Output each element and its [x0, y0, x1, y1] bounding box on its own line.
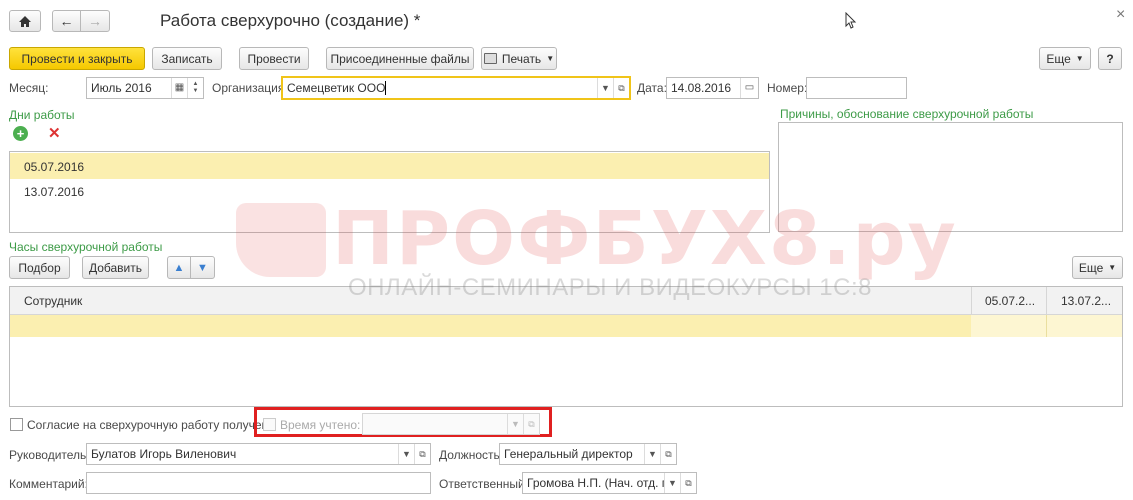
number-field[interactable]: [806, 77, 907, 99]
print-label: Печать: [501, 51, 542, 66]
arrow-up-icon: ▲: [173, 261, 185, 274]
column-header-employee[interactable]: Сотрудник: [24, 294, 82, 308]
work-days-title: Дни работы: [9, 108, 75, 122]
table-row[interactable]: 05.07.2016: [10, 153, 769, 179]
home-button[interactable]: [9, 10, 41, 32]
back-button[interactable]: ←: [52, 10, 81, 32]
dropdown-arrow-icon: ▼: [1108, 263, 1117, 272]
responsible-field[interactable]: Громова Н.П. (Нач. отд. по ▼ ⧉: [522, 472, 697, 494]
table-row[interactable]: [10, 315, 1122, 337]
open-icon[interactable]: ⧉: [660, 444, 676, 464]
window-title: Работа сверхурочно (создание) *: [160, 11, 421, 30]
date-value: 14.08.2016: [671, 81, 732, 95]
date-field[interactable]: 14.08.2016 ▭: [666, 77, 759, 99]
post-button[interactable]: Провести: [239, 47, 309, 70]
close-icon[interactable]: ×: [1116, 6, 1125, 24]
cursor-icon: [845, 11, 857, 32]
overtime-table[interactable]: Сотрудник 05.07.2... 13.07.2...: [9, 286, 1123, 407]
dropdown-arrow-icon[interactable]: ▼: [398, 444, 414, 464]
work-day-cell: 13.07.2016: [24, 185, 85, 199]
move-down-button[interactable]: ▼: [190, 256, 215, 279]
dropdown-arrow-icon[interactable]: ▼: [664, 473, 680, 493]
more-button-table[interactable]: Еще ▼: [1072, 256, 1123, 279]
reasons-title: Причины, обоснование сверхурочной работы: [780, 107, 1034, 121]
open-icon[interactable]: ⧉: [523, 414, 539, 434]
forward-button[interactable]: →: [80, 10, 110, 32]
time-counted-label: Время учтено:: [280, 418, 361, 432]
help-button[interactable]: ?: [1098, 47, 1122, 70]
consent-checkbox[interactable]: [10, 418, 23, 431]
position-value: Генеральный директор: [504, 447, 633, 461]
save-button[interactable]: Записать: [152, 47, 222, 70]
overtime-hours-title: Часы сверхурочной работы: [9, 240, 163, 254]
printer-icon: [483, 53, 497, 64]
post-and-close-button[interactable]: Провести и закрыть: [9, 47, 145, 70]
date-label: Дата:: [637, 81, 667, 95]
column-divider: [971, 287, 972, 314]
dropdown-arrow-icon[interactable]: ▼: [597, 78, 613, 98]
arrow-left-icon: ←: [59, 13, 74, 29]
position-field[interactable]: Генеральный директор ▼ ⧉: [499, 443, 677, 465]
delete-row-icon[interactable]: ✕: [48, 124, 61, 142]
comment-field[interactable]: [86, 472, 431, 494]
organization-value: Семецветик ООО: [287, 81, 386, 95]
more-label-table: Еще: [1078, 260, 1104, 275]
manager-value: Булатов Игорь Виленович: [91, 447, 237, 461]
arrow-down-icon: ▼: [197, 261, 208, 274]
home-icon: [19, 15, 31, 27]
column-header-date2[interactable]: 13.07.2...: [1061, 294, 1111, 308]
number-label: Номер:: [767, 81, 808, 95]
dropdown-arrow-icon[interactable]: ▼: [644, 444, 660, 464]
month-field[interactable]: Июль 2016 ▦ ▲ ▼: [86, 77, 204, 99]
organization-label: Организация:: [212, 81, 288, 95]
manager-field[interactable]: Булатов Игорь Виленович ▼ ⧉: [86, 443, 431, 465]
watermark-logo: [236, 203, 326, 277]
work-day-cell: 05.07.2016: [24, 160, 85, 174]
organization-field[interactable]: Семецветик ООО ▼ ⧉: [281, 76, 631, 100]
calendar-icon[interactable]: ▭: [740, 78, 758, 98]
column-divider: [1046, 287, 1047, 314]
more-label-top: Еще: [1046, 51, 1071, 66]
month-value: Июль 2016: [91, 81, 152, 95]
manager-label: Руководитель:: [9, 448, 90, 462]
position-label: Должность:: [439, 448, 504, 462]
responsible-value: Громова Н.П. (Нач. отд. по: [527, 476, 675, 490]
open-icon[interactable]: ⧉: [680, 473, 696, 493]
open-icon[interactable]: ⧉: [414, 444, 430, 464]
time-counted-field[interactable]: ▼ ⧉: [362, 413, 540, 435]
responsible-label: Ответственный:: [439, 477, 529, 491]
column-divider: [1046, 315, 1047, 337]
consent-label: Согласие на сверхурочную работу получено: [27, 418, 275, 432]
more-button-top[interactable]: Еще ▼: [1039, 47, 1091, 70]
move-up-button[interactable]: ▲: [167, 256, 191, 279]
arrow-right-icon: →: [88, 13, 102, 29]
dropdown-arrow-icon: ▼: [546, 54, 555, 63]
calendar-icon[interactable]: ▦: [171, 78, 187, 98]
comment-label: Комментарий:: [9, 477, 88, 491]
month-stepper[interactable]: ▲ ▼: [187, 78, 203, 98]
watermark-main: ПРОФБУХ8.ру: [332, 196, 958, 282]
dropdown-arrow-icon: ▼: [1075, 54, 1084, 63]
watermark-sub: ОНЛАЙН-СЕМИНАРЫ И ВИДЕОКУРСЫ 1С:8: [348, 274, 872, 301]
column-header-date1[interactable]: 05.07.2...: [985, 294, 1035, 308]
select-button[interactable]: Подбор: [9, 256, 70, 279]
attached-files-button[interactable]: Присоединенные файлы: [326, 47, 474, 70]
time-counted-checkbox[interactable]: [263, 418, 276, 431]
dropdown-arrow-icon[interactable]: ▼: [507, 414, 523, 434]
month-label: Месяц:: [9, 81, 49, 95]
add-row-icon[interactable]: +: [13, 126, 28, 141]
add-button[interactable]: Добавить: [82, 256, 149, 279]
print-button[interactable]: Печать ▼: [481, 47, 557, 70]
open-icon[interactable]: ⧉: [613, 78, 629, 98]
